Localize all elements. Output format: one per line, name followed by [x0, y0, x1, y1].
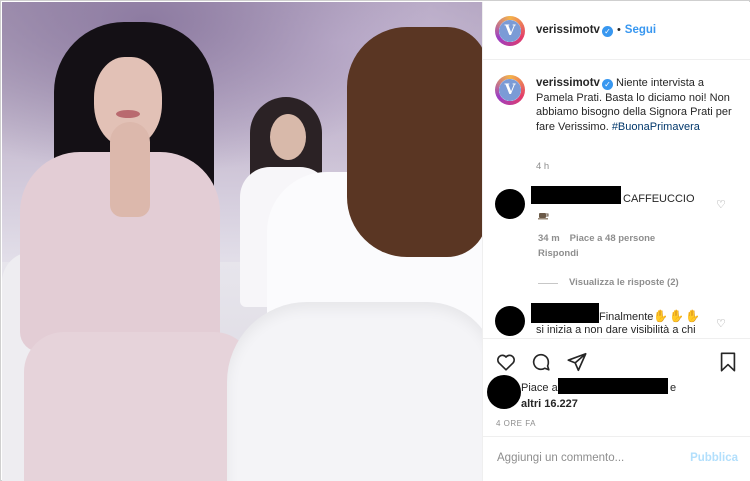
heart-icon[interactable]	[495, 351, 517, 373]
likes-suffix: e	[670, 382, 677, 394]
redacted-username	[558, 378, 668, 394]
follow-button[interactable]: Segui	[625, 24, 656, 36]
comment-input[interactable]	[497, 452, 677, 464]
caption-hashtag[interactable]: #BuonaPrimavera	[612, 121, 700, 133]
caption-time[interactable]: 4 h	[536, 161, 549, 172]
clapping-hands-icon: ✋✋✋	[653, 309, 702, 323]
view-replies-link[interactable]: Visualizza le risposte (2)	[569, 277, 679, 288]
account-avatar[interactable]: V	[495, 16, 525, 46]
add-comment-bar: Pubblica	[483, 436, 750, 481]
likes-prefix: Piace a	[521, 382, 558, 394]
post-side-panel: V verissimotv ✓ • Segui V verissimotv ✓ Nien…	[482, 2, 750, 481]
publish-button[interactable]: Pubblica	[690, 452, 738, 464]
verified-check-icon: ✓	[601, 26, 613, 37]
comment-text: Finalmente	[599, 311, 654, 323]
comment-time[interactable]: 34 m	[538, 233, 560, 244]
reply-button[interactable]: Rispondi	[538, 248, 579, 259]
post-time[interactable]: 4 ORE FA	[496, 419, 536, 428]
comment-like-heart-icon[interactable]: ♡	[716, 318, 728, 330]
comments-area[interactable]: V verissimotv ✓ Niente intervista a Pamel…	[483, 61, 750, 338]
caption-username[interactable]: verissimotv	[536, 77, 600, 89]
share-icon[interactable]	[566, 351, 588, 373]
caption-avatar[interactable]: V	[495, 75, 525, 105]
redacted-username	[531, 303, 599, 323]
post-caption: verissimotv ✓ Niente intervista a Pamela …	[536, 76, 741, 134]
comment-text: CAFFEUCCIO	[623, 193, 695, 205]
post-header: V verissimotv ✓ • Segui	[483, 2, 750, 60]
bookmark-icon[interactable]	[717, 351, 739, 373]
replies-divider	[538, 283, 558, 284]
comment-like-heart-icon[interactable]: ♡	[716, 199, 728, 211]
comment-likes-count[interactable]: Piace a 48 persone	[570, 233, 656, 244]
account-username[interactable]: verissimotv	[536, 24, 600, 36]
coffee-icon	[538, 213, 549, 220]
comment-text-continued: si inizia a non dare visibilità a chi	[536, 324, 696, 336]
comment-avatar[interactable]	[495, 306, 525, 336]
comment-icon[interactable]	[530, 351, 552, 373]
comment-avatar[interactable]	[495, 189, 525, 219]
likes-count[interactable]: altri 16.227	[521, 397, 578, 411]
instagram-post-window: V verissimotv ✓ • Segui V verissimotv ✓ Nien…	[0, 0, 750, 481]
redacted-username	[531, 186, 621, 204]
verified-check-icon: ✓	[601, 79, 613, 90]
post-photo[interactable]	[2, 2, 482, 481]
liker-avatar[interactable]	[487, 375, 521, 409]
separator-dot: •	[616, 24, 621, 36]
